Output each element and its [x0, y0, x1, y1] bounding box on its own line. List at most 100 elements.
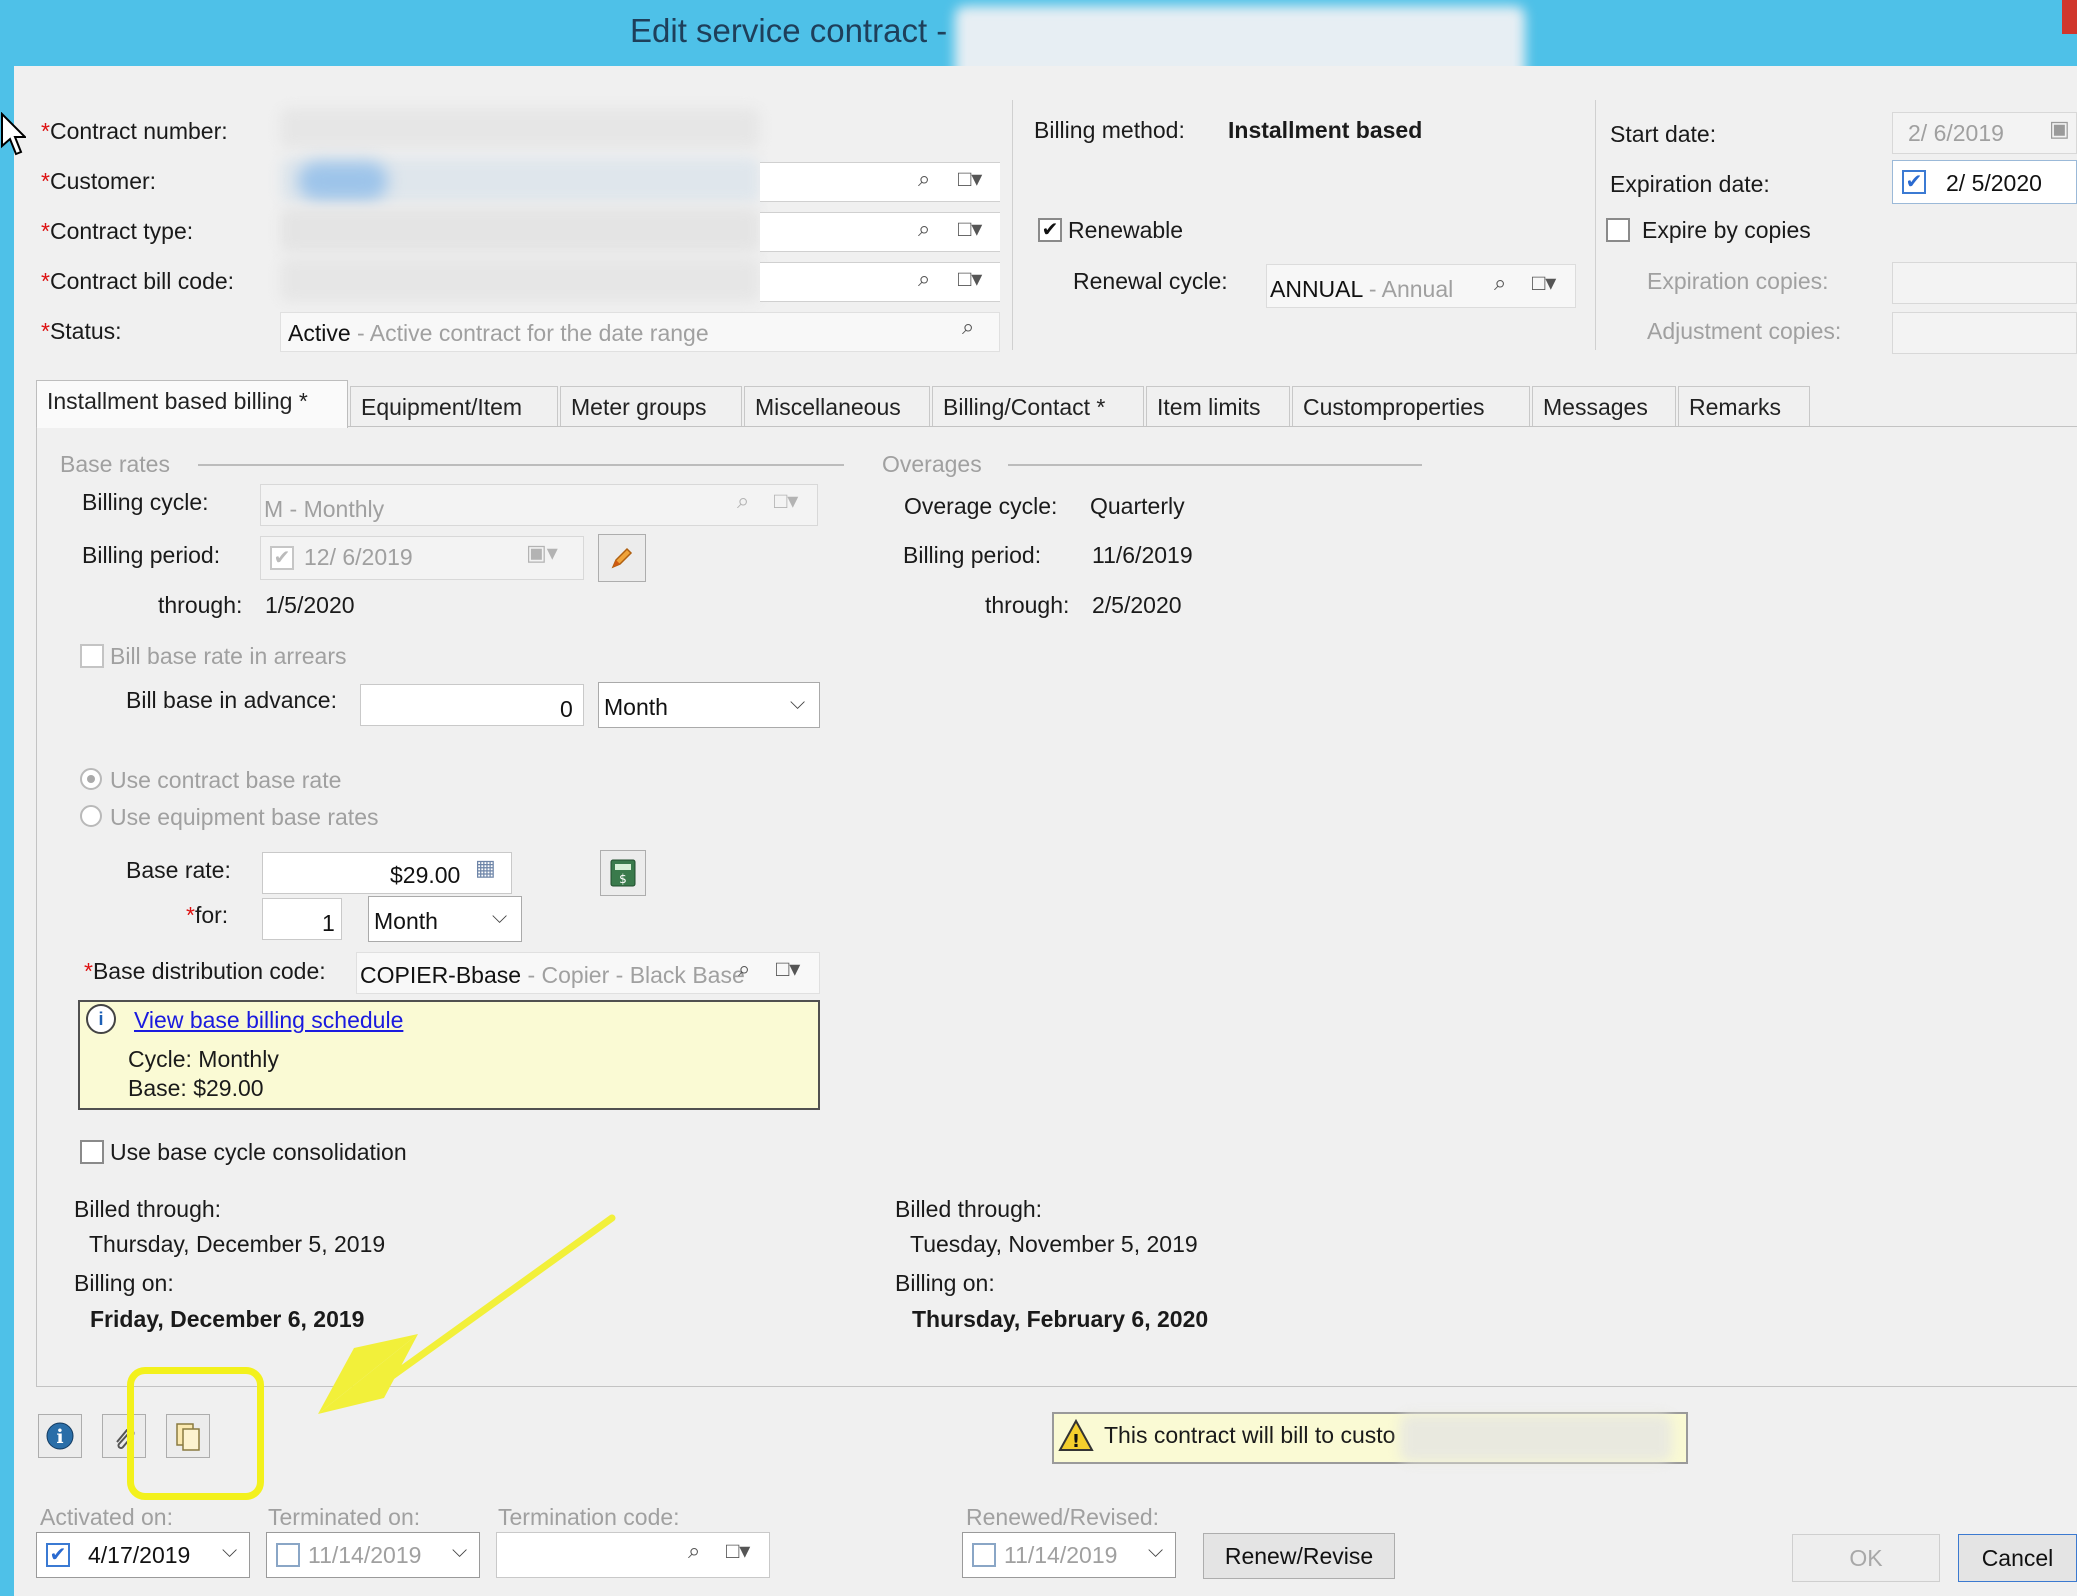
- use-contract-base-rate-radio[interactable]: [80, 768, 102, 790]
- title-bar: Edit service contract -: [0, 0, 2077, 92]
- yellow-arrow-annotation: [318, 1214, 616, 1414]
- contract-type-dropdown-icon[interactable]: □▾: [958, 216, 982, 242]
- expiration-date-label: Expiration date:: [1610, 171, 1770, 197]
- for-label: *for:: [186, 902, 229, 928]
- expire-by-copies-checkbox[interactable]: [1606, 218, 1630, 242]
- overage-billing-on-value: Thursday, February 6, 2020: [912, 1306, 1209, 1332]
- edit-service-contract-window: Edit service contract - *Contract number…: [0, 0, 2077, 1596]
- customer-dropdown-icon[interactable]: □▾: [958, 166, 982, 192]
- overage-billing-period-value: 11/6/2019: [1092, 542, 1193, 568]
- overages-separator: [1008, 464, 1422, 466]
- customer-search-icon[interactable]: ⌕: [918, 166, 930, 192]
- contract-type-search-icon[interactable]: ⌕: [918, 216, 930, 242]
- bill-in-advance-field[interactable]: [360, 684, 584, 726]
- for-value: 1: [322, 910, 335, 936]
- terminated-on-chevron-down-icon[interactable]: ⌵: [452, 1540, 467, 1563]
- contract-number-value-redacted: [280, 108, 760, 148]
- status-search-icon[interactable]: ⌕: [962, 314, 974, 340]
- billing-period-label: Billing period:: [82, 542, 221, 568]
- renewed-revised-chevron-down-icon[interactable]: ⌵: [1148, 1540, 1163, 1563]
- renewal-cycle-search-icon[interactable]: ⌕: [1494, 270, 1506, 296]
- billing-period-checkbox[interactable]: ✔: [270, 546, 294, 570]
- tab-installment-based-billing[interactable]: Installment based billing *: [36, 380, 348, 428]
- activated-on-chevron-down-icon[interactable]: ⌵: [222, 1540, 237, 1563]
- activated-on-value: 4/17/2019: [88, 1542, 191, 1568]
- expiration-date-value: 2/ 5/2020: [1946, 170, 2042, 196]
- warning-text-redacted: [1400, 1414, 1672, 1462]
- bill-in-arrears-checkbox[interactable]: [80, 644, 104, 668]
- highlight-box-annotation: [127, 1367, 264, 1500]
- tab-messages[interactable]: Messages: [1532, 386, 1676, 426]
- for-unit-chevron-down-icon[interactable]: ⌵: [492, 906, 507, 929]
- information-icon: i: [46, 1422, 74, 1450]
- terminated-on-value: 11/14/2019: [308, 1542, 422, 1568]
- expire-by-copies-label: Expire by copies: [1642, 217, 1811, 243]
- distribution-code-search-icon[interactable]: ⌕: [738, 956, 750, 982]
- tab-miscellaneous[interactable]: Miscellaneous: [744, 386, 930, 426]
- tab-meter-groups[interactable]: Meter groups: [560, 386, 742, 426]
- tab-billing-contact[interactable]: Billing/Contact *: [932, 386, 1144, 426]
- activated-on-checkbox[interactable]: ✔: [46, 1543, 70, 1567]
- base-billed-through-label: Billed through:: [74, 1196, 222, 1222]
- bill-code-search-icon[interactable]: ⌕: [918, 266, 930, 292]
- renewed-revised-checkbox[interactable]: [972, 1543, 996, 1567]
- overage-billing-on-label: Billing on:: [895, 1270, 995, 1296]
- tab-equipment-item[interactable]: Equipment/Item: [350, 386, 558, 426]
- distribution-code-dropdown-icon[interactable]: □▾: [776, 956, 800, 982]
- start-date-value: 2/ 6/2019: [1908, 120, 2004, 146]
- tab-customproperties[interactable]: Customproperties: [1292, 386, 1530, 426]
- calculator-icon[interactable]: ▦: [475, 855, 496, 881]
- schedule-base-text: Base: $29.00: [128, 1075, 264, 1101]
- rate-schedule-button[interactable]: $: [600, 850, 646, 896]
- billing-period-calendar-icon[interactable]: ▣▾: [526, 540, 558, 566]
- bill-in-advance-value: 0: [560, 696, 573, 722]
- edit-billing-period-button[interactable]: [598, 534, 646, 582]
- renewable-checkbox[interactable]: ✔: [1038, 218, 1062, 242]
- use-base-cycle-consolidation-label: Use base cycle consolidation: [110, 1139, 407, 1165]
- billing-cycle-value: M - Monthly: [264, 496, 385, 522]
- start-date-label: Start date:: [1610, 121, 1717, 147]
- use-equipment-base-rates-label: Use equipment base rates: [110, 804, 379, 830]
- termination-code-label: Termination code:: [498, 1504, 680, 1530]
- expiration-copies-field[interactable]: [1892, 262, 2077, 304]
- adjustment-copies-field[interactable]: [1892, 312, 2077, 354]
- overages-heading: Overages: [882, 451, 982, 477]
- bill-in-advance-unit-value: Month: [604, 694, 668, 720]
- renewable-label: Renewable: [1068, 217, 1184, 243]
- billing-cycle-dropdown-icon[interactable]: □▾: [774, 488, 798, 514]
- view-base-billing-schedule-link[interactable]: View base billing schedule: [134, 1007, 403, 1034]
- tab-remarks[interactable]: Remarks: [1678, 386, 1810, 426]
- cancel-button[interactable]: Cancel: [1958, 1534, 2077, 1582]
- header-divider-2: [1595, 100, 1596, 350]
- warning-icon: !: [1058, 1418, 1094, 1452]
- overage-through-value: 2/5/2020: [1092, 592, 1182, 618]
- info-button[interactable]: i: [38, 1414, 82, 1458]
- bill-in-advance-chevron-down-icon[interactable]: ⌵: [790, 692, 805, 715]
- tab-item-limits[interactable]: Item limits: [1146, 386, 1290, 426]
- use-base-cycle-consolidation-checkbox[interactable]: [80, 1140, 104, 1164]
- window-title: Edit service contract -: [630, 12, 948, 49]
- base-rates-heading: Base rates: [60, 451, 170, 477]
- for-unit-value: Month: [374, 908, 438, 934]
- close-button[interactable]: [2062, 0, 2077, 34]
- termination-code-search-icon[interactable]: ⌕: [688, 1538, 700, 1564]
- renew-revise-button[interactable]: Renew/Revise: [1203, 1533, 1395, 1579]
- start-date-calendar-icon[interactable]: ▣: [2049, 116, 2070, 142]
- expiration-date-checkbox[interactable]: ✔: [1902, 170, 1926, 194]
- overage-cycle-label: Overage cycle:: [904, 493, 1058, 519]
- base-rates-separator: [198, 464, 844, 466]
- termination-code-dropdown-icon[interactable]: □▾: [726, 1538, 750, 1564]
- use-equipment-base-rates-radio[interactable]: [80, 805, 102, 827]
- money-calculator-icon: $: [610, 859, 636, 887]
- billing-period-value: 12/ 6/2019: [304, 544, 413, 570]
- base-billing-on-label: Billing on:: [74, 1270, 174, 1296]
- bill-code-dropdown-icon[interactable]: □▾: [958, 266, 982, 292]
- base-rate-label: Base rate:: [126, 857, 231, 883]
- status-value: Active - Active contract for the date ra…: [288, 320, 709, 346]
- renewal-cycle-dropdown-icon[interactable]: □▾: [1532, 270, 1556, 296]
- billing-cycle-search-icon[interactable]: ⌕: [737, 488, 749, 514]
- terminated-on-checkbox[interactable]: [276, 1543, 300, 1567]
- use-contract-base-rate-label: Use contract base rate: [110, 767, 342, 793]
- ok-button[interactable]: OK: [1792, 1534, 1940, 1582]
- mouse-cursor-icon: [0, 112, 26, 156]
